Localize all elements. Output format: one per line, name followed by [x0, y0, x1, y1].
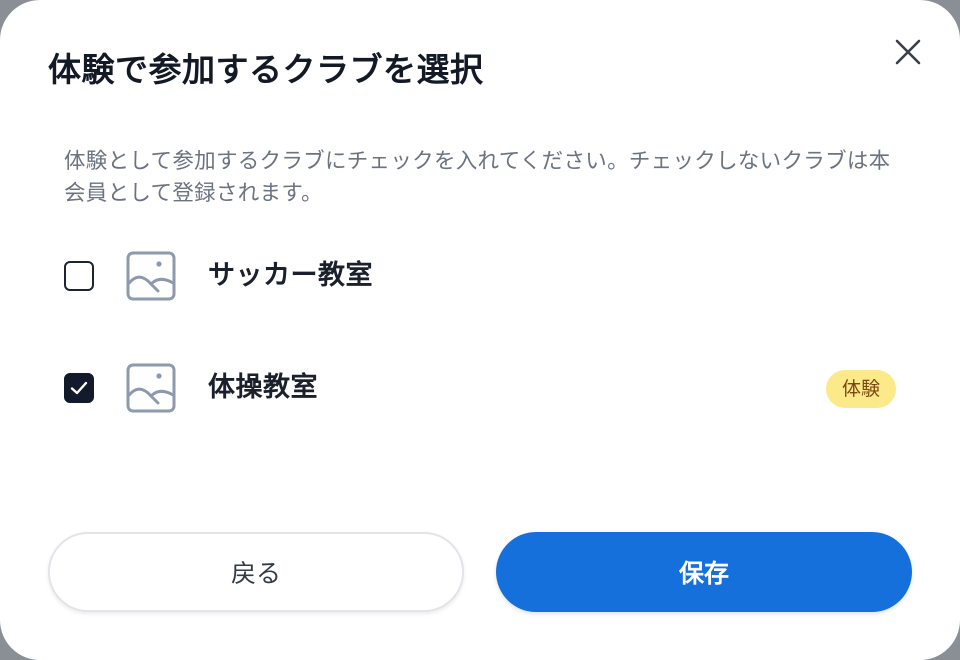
image-placeholder-icon — [126, 363, 176, 413]
dialog-description: 体験として参加するクラブにチェックを入れてください。チェックしないクラブは本会員… — [64, 149, 891, 206]
club-select-dialog: 体験で参加するクラブを選択 体験として参加するクラブにチェックを入れてください。… — [0, 0, 960, 660]
save-button[interactable]: 保存 — [496, 532, 912, 612]
club-row-gymnastics[interactable]: 体操教室 体験 — [48, 352, 912, 424]
club-name: 体操教室 — [208, 372, 318, 403]
image-placeholder-icon — [126, 251, 176, 301]
checkmark-icon — [70, 381, 88, 395]
club-checkbox-soccer[interactable] — [64, 261, 94, 291]
dialog-title: 体験で参加するクラブを選択 — [48, 50, 484, 89]
trial-badge: 体験 — [825, 370, 896, 408]
close-button[interactable] — [888, 32, 928, 72]
back-button[interactable]: 戻る — [48, 532, 464, 612]
club-name: サッカー教室 — [208, 260, 373, 291]
club-row-soccer[interactable]: サッカー教室 — [48, 240, 912, 312]
close-icon — [895, 39, 921, 65]
club-checkbox-gymnastics[interactable] — [64, 373, 94, 403]
